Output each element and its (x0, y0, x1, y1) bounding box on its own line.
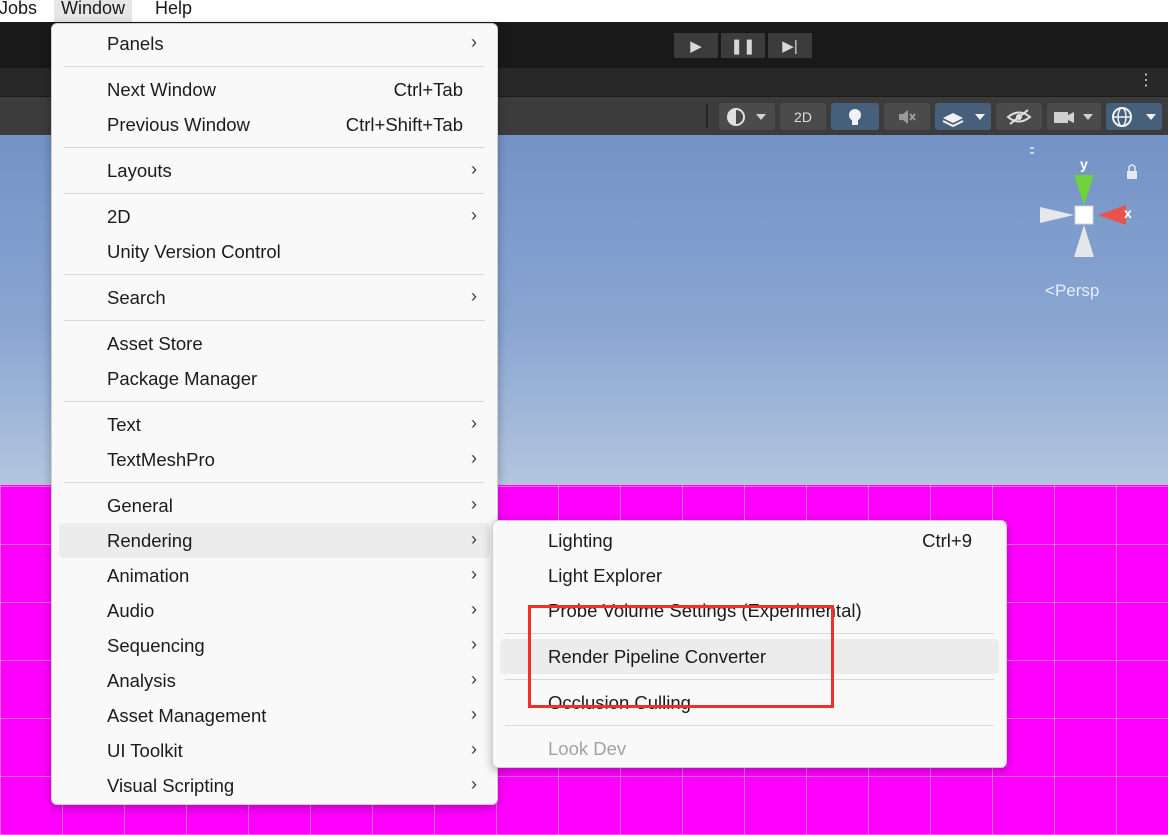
chevron-right-icon: › (471, 413, 477, 433)
lock-icon[interactable] (1127, 164, 1137, 179)
chevron-right-icon: › (471, 774, 477, 794)
menu-separator (64, 482, 485, 483)
submenu-item-light-explorer[interactable]: Light Explorer (493, 558, 1006, 593)
chevron-right-icon: › (471, 159, 477, 179)
chevron-right-icon: › (471, 448, 477, 468)
camera-icon (1054, 111, 1093, 123)
menu-item-panels[interactable]: Panels › (52, 26, 497, 61)
shading-sphere-icon (727, 107, 766, 126)
app-menubar: Jobs Window Help (0, 0, 1168, 22)
camera-dropdown[interactable] (1047, 103, 1101, 130)
toolbar-divider (706, 104, 708, 128)
effects-dropdown[interactable] (935, 103, 991, 130)
menu-item-audio[interactable]: Audio › (52, 593, 497, 628)
pause-button[interactable]: ❚❚ (721, 33, 765, 58)
menu-item-animation[interactable]: Animation › (52, 558, 497, 593)
shortcut-label: Ctrl+Tab (393, 79, 463, 100)
neg-x-axis-cone[interactable] (1040, 207, 1074, 223)
menu-separator (505, 725, 994, 726)
menu-item-layouts[interactable]: Layouts › (52, 153, 497, 188)
menu-item-previous-window[interactable]: Previous Window Ctrl+Shift+Tab (52, 107, 497, 142)
menu-item-analysis[interactable]: Analysis › (52, 663, 497, 698)
chevron-right-icon: › (471, 669, 477, 689)
gizmos-dropdown[interactable] (1106, 103, 1162, 130)
submenu-item-look-dev: Look Dev (548, 738, 627, 759)
play-button[interactable]: ▶ (674, 33, 718, 58)
menu-item-search[interactable]: Search › (52, 280, 497, 315)
more-options-icon[interactable]: ⋮ (1138, 71, 1154, 91)
menu-item-textmeshpro[interactable]: TextMeshPro › (52, 442, 497, 477)
menu-item-general[interactable]: General › (52, 488, 497, 523)
axis-y-label: y (1080, 156, 1088, 172)
menu-separator (64, 274, 485, 275)
menu-item-ui-toolkit[interactable]: UI Toolkit › (52, 733, 497, 768)
2d-toggle-button[interactable]: 2D (780, 103, 826, 130)
y-axis-cone[interactable] (1074, 175, 1094, 205)
menu-item-rendering[interactable]: Rendering › (59, 523, 490, 558)
persp-arrow-icon: < (1045, 281, 1055, 300)
gizmo-handle-bar (1030, 147, 1034, 149)
window-menu: Panels › Next Window Ctrl+Tab Previous Win… (51, 23, 498, 805)
highlight-annotation-box (528, 605, 834, 708)
chevron-right-icon: › (471, 32, 477, 52)
gizmo-center-cube[interactable] (1074, 205, 1094, 225)
menu-item-text[interactable]: Text › (52, 407, 497, 442)
lighting-toggle-button[interactable] (831, 103, 879, 130)
scene-visibility-button[interactable] (996, 103, 1042, 130)
projection-toggle[interactable]: <Persp (1045, 281, 1099, 301)
menu-separator (64, 193, 485, 194)
chevron-right-icon: › (471, 704, 477, 724)
menu-item-sequencing[interactable]: Sequencing › (52, 628, 497, 663)
menu-item-asset-management[interactable]: Asset Management › (52, 698, 497, 733)
chevron-right-icon: › (471, 286, 477, 306)
chevron-right-icon: › (471, 529, 477, 549)
menubar-help[interactable]: Help (148, 0, 199, 22)
effects-layers-icon (942, 112, 985, 127)
menu-item-asset-store[interactable]: Asset Store (52, 326, 497, 361)
menu-item-unity-version-control[interactable]: Unity Version Control (52, 234, 497, 269)
axis-x-label: x (1124, 205, 1132, 221)
chevron-right-icon: › (471, 634, 477, 654)
menu-item-package-manager[interactable]: Package Manager (52, 361, 497, 396)
menu-item-next-window[interactable]: Next Window Ctrl+Tab (52, 72, 497, 107)
menubar-window[interactable]: Window (54, 0, 133, 22)
menu-separator (64, 401, 485, 402)
audio-toggle-button[interactable] (884, 103, 930, 130)
hidden-eye-icon (1006, 108, 1032, 125)
chevron-right-icon: › (471, 739, 477, 759)
x-axis-cone[interactable] (1098, 205, 1126, 225)
menu-item-visual-scripting[interactable]: Visual Scripting › (52, 768, 497, 803)
draw-mode-dropdown[interactable] (719, 103, 775, 130)
menu-separator (64, 66, 485, 67)
gizmo-globe-icon (1112, 106, 1156, 127)
menubar-jobs[interactable]: Jobs (0, 0, 44, 22)
neg-y-axis-cone[interactable] (1074, 225, 1094, 257)
menu-item-2d[interactable]: 2D › (52, 199, 497, 234)
chevron-right-icon: › (471, 205, 477, 225)
chevron-right-icon: › (471, 494, 477, 514)
submenu-item-lighting[interactable]: Lighting Ctrl+9 (493, 523, 1006, 558)
lightbulb-icon (849, 108, 861, 125)
chevron-right-icon: › (471, 599, 477, 619)
audio-mute-icon (899, 109, 916, 124)
menu-separator (64, 147, 485, 148)
chevron-right-icon: › (471, 564, 477, 584)
shortcut-label: Ctrl+9 (922, 530, 972, 551)
step-button[interactable]: ▶| (768, 33, 812, 58)
menu-separator (64, 320, 485, 321)
persp-label: Persp (1054, 281, 1100, 300)
shortcut-label: Ctrl+Shift+Tab (345, 114, 463, 135)
